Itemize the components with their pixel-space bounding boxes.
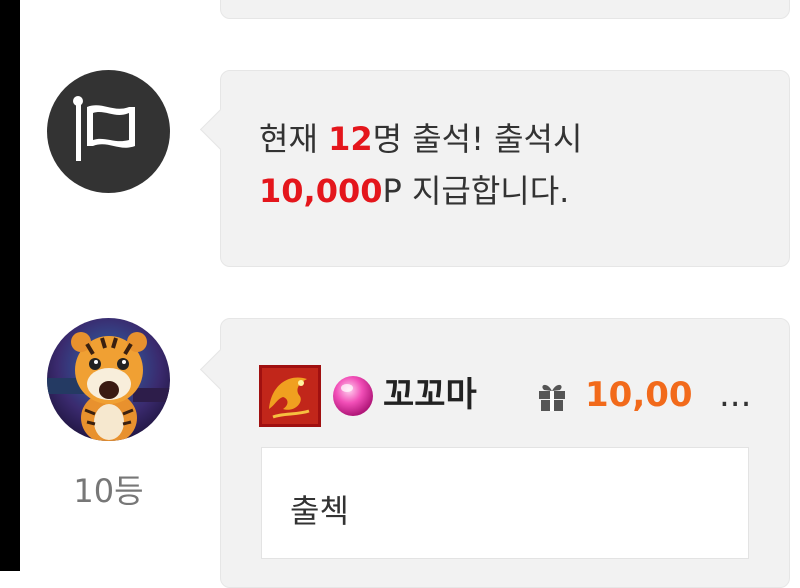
user-avatar[interactable] (47, 318, 170, 441)
nickname[interactable]: 꼬꼬마 (383, 373, 477, 417)
bubble-tail (199, 108, 242, 151)
gift-icon (535, 379, 569, 417)
user-rank: 10등 (73, 472, 144, 510)
bubble-tail (199, 348, 242, 391)
message-header: 꼬꼬마 10,00 ... (259, 363, 779, 427)
notice-after-points: P 지급합니다. (382, 172, 570, 210)
flag-icon (47, 70, 170, 193)
attendance-count: 12 (328, 120, 373, 158)
message-text: 출첵 (290, 492, 349, 530)
chat-message-bubble: 꼬꼬마 10,00 ... 출첵 (199, 318, 790, 588)
gift-amount: 10,00 (585, 375, 693, 415)
attendance-notice-text: 현재 12명 출석! 출석시 10,000P 지급합니다. (259, 113, 779, 217)
reward-points: 10,000 (259, 172, 383, 210)
pink-gem-icon (331, 374, 375, 422)
dragon-badge (259, 365, 321, 427)
gift-ellipsis: ... (719, 375, 752, 415)
notice-prefix: 현재 (259, 120, 329, 158)
attendance-notice-bubble: 현재 12명 출석! 출석시 10,000P 지급합니다. (199, 70, 790, 267)
message-box: 출첵 (261, 447, 749, 559)
left-edge-bar (0, 0, 20, 571)
notice-after-count: 명 출석! 출석시 (372, 120, 583, 158)
previous-message-bubble (220, 0, 790, 19)
